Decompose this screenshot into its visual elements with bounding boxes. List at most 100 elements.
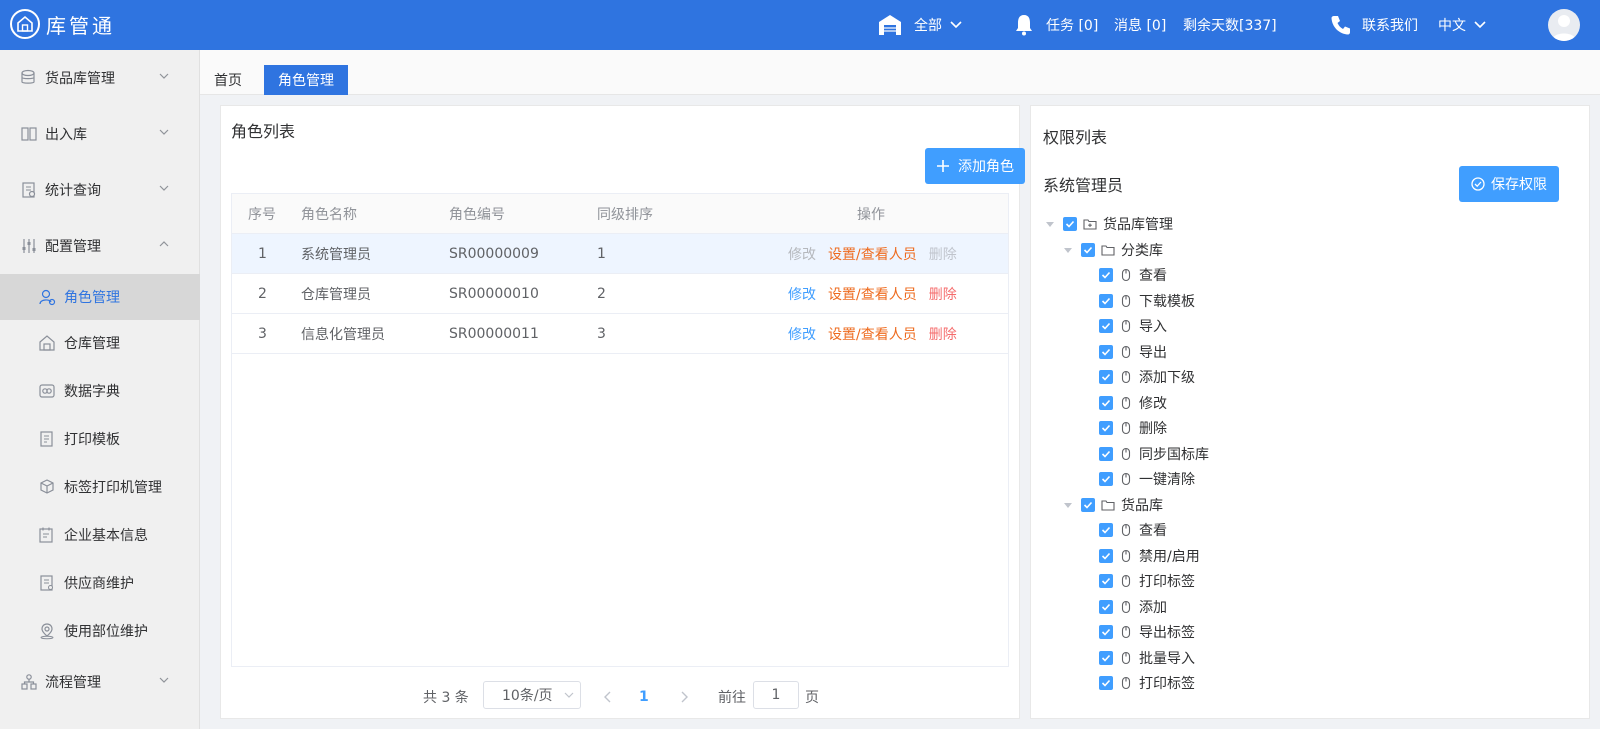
tree-node-permission[interactable]: 同步国标库 <box>1099 442 1209 466</box>
caret-down-icon[interactable] <box>1045 219 1055 229</box>
checkbox-checked[interactable] <box>1081 498 1095 512</box>
checkbox-checked[interactable] <box>1099 396 1113 410</box>
contact-link[interactable]: 联系我们 <box>1330 0 1418 50</box>
edit-link[interactable]: 修改 <box>788 284 816 304</box>
tree-node-permission[interactable]: 一键清除 <box>1099 467 1195 491</box>
tree-node-permission[interactable]: 导入 <box>1099 314 1167 338</box>
checkbox-checked[interactable] <box>1099 574 1113 588</box>
sidebar-item-company-info[interactable]: 企业基本信息 <box>0 512 200 558</box>
language-selector[interactable]: 中文 <box>1438 0 1486 50</box>
tree-node-permission[interactable]: 添加 <box>1099 595 1167 619</box>
checkbox-checked[interactable] <box>1099 523 1113 537</box>
table-row[interactable]: 2 仓库管理员 SR00000010 2 修改 设置/查看人员 删除 <box>232 274 1008 314</box>
checkbox-checked[interactable] <box>1099 549 1113 563</box>
sliders-icon <box>22 239 36 253</box>
sidebar-item-label: 打印模板 <box>64 432 120 448</box>
tree-node-root[interactable]: 货品库管理 <box>1045 212 1173 236</box>
checkbox-checked[interactable] <box>1081 243 1095 257</box>
save-permissions-button[interactable]: 保存权限 <box>1459 166 1559 202</box>
tree-node-permission[interactable]: 修改 <box>1099 391 1167 415</box>
tree-node-permission[interactable]: 打印标签 <box>1099 671 1195 695</box>
app-logo[interactable]: 库管通 <box>10 9 115 39</box>
user-avatar[interactable] <box>1548 9 1580 41</box>
sidebar-group-label: 流程管理 <box>45 675 101 691</box>
checkbox-checked[interactable] <box>1099 345 1113 359</box>
chevron-down-icon <box>159 677 169 683</box>
delete-link[interactable]: 删除 <box>929 324 957 344</box>
set-users-link[interactable]: 设置/查看人员 <box>828 244 917 264</box>
set-users-link[interactable]: 设置/查看人员 <box>828 324 917 344</box>
tree-node-permission[interactable]: 导出 <box>1099 340 1167 364</box>
checkbox-checked[interactable] <box>1099 370 1113 384</box>
table-row[interactable]: 3 信息化管理员 SR00000011 3 修改 设置/查看人员 删除 <box>232 314 1008 354</box>
set-users-link[interactable]: 设置/查看人员 <box>828 284 917 304</box>
next-page-button[interactable] <box>679 681 689 713</box>
phone-icon <box>1331 16 1350 35</box>
language-label: 中文 <box>1438 18 1466 34</box>
tab-home[interactable]: 首页 <box>200 65 256 95</box>
table-row[interactable]: 1 系统管理员 SR00000009 1 修改 设置/查看人员 删除 <box>232 234 1008 274</box>
checkbox-checked[interactable] <box>1099 294 1113 308</box>
tree-node-group[interactable]: 货品库 <box>1063 493 1163 517</box>
sidebar-item-usage-location[interactable]: 使用部位维护 <box>0 608 200 654</box>
checkbox-checked[interactable] <box>1099 421 1113 435</box>
goto-page-input[interactable]: 1 <box>753 681 799 709</box>
sidebar-group-goods-library[interactable]: 货品库管理 <box>0 50 200 106</box>
checkbox-checked[interactable] <box>1099 447 1113 461</box>
edit-link[interactable]: 修改 <box>788 324 816 344</box>
sidebar-group-process[interactable]: 流程管理 <box>0 654 200 710</box>
tree-node-permission[interactable]: 下载模板 <box>1099 289 1195 313</box>
warehouse-selector[interactable]: 全部 <box>878 0 962 50</box>
mouse-icon <box>1121 268 1131 282</box>
row-index: 3 <box>258 325 267 342</box>
checkbox-checked[interactable] <box>1099 625 1113 639</box>
chevron-down-icon <box>564 692 574 698</box>
tree-node-permission[interactable]: 批量导入 <box>1099 646 1195 670</box>
tree-node-permission[interactable]: 删除 <box>1099 416 1167 440</box>
checkbox-checked[interactable] <box>1099 268 1113 282</box>
checkbox-checked[interactable] <box>1099 676 1113 690</box>
mouse-icon <box>1121 421 1131 435</box>
checkbox-checked[interactable] <box>1099 651 1113 665</box>
tasks-link[interactable]: 任务 [0] <box>1014 0 1098 50</box>
sidebar-item-label-printer[interactable]: 标签打印机管理 <box>0 464 200 510</box>
tree-node-permission[interactable]: 禁用/启用 <box>1099 544 1200 568</box>
document-icon <box>40 575 53 591</box>
page-size-select[interactable]: 10条/页 <box>483 681 581 709</box>
sidebar-item-data-dictionary[interactable]: 数据字典 <box>0 368 200 414</box>
sidebar-item-print-template[interactable]: 打印模板 <box>0 416 200 462</box>
tree-node-permission[interactable]: 导出标签 <box>1099 620 1195 644</box>
checkbox-checked[interactable] <box>1099 472 1113 486</box>
delete-link[interactable]: 删除 <box>929 284 957 304</box>
tree-node-permission[interactable]: 查看 <box>1099 518 1167 542</box>
sidebar-group-statistics[interactable]: 统计查询 <box>0 162 200 218</box>
messages-link[interactable]: 消息 [0] <box>1114 0 1166 50</box>
tab-role-management[interactable]: 角色管理 <box>264 65 348 95</box>
caret-down-icon[interactable] <box>1063 500 1073 510</box>
tree-node-label: 删除 <box>1139 421 1167 437</box>
prev-page-button[interactable] <box>603 681 613 713</box>
checkbox-checked[interactable] <box>1099 600 1113 614</box>
mouse-icon <box>1121 345 1131 359</box>
sidebar-group-config[interactable]: 配置管理 <box>0 218 200 274</box>
checkbox-checked[interactable] <box>1099 319 1113 333</box>
checkbox-checked[interactable] <box>1063 217 1077 231</box>
roles-panel-title: 角色列表 <box>231 122 296 141</box>
tree-node-permission[interactable]: 添加下级 <box>1099 365 1195 389</box>
total-count: 共 3 条 <box>423 690 469 706</box>
bell-icon <box>1016 15 1032 36</box>
sidebar-item-role-management[interactable]: 角色管理 <box>0 274 200 320</box>
chevron-right-icon <box>681 691 688 703</box>
tree-node-permission[interactable]: 打印标签 <box>1099 569 1195 593</box>
sidebar-group-inbound-outbound[interactable]: 出入库 <box>0 106 200 162</box>
tree-node-label: 打印标签 <box>1139 676 1195 692</box>
tree-node-label: 货品库管理 <box>1103 217 1173 233</box>
sidebar-item-label: 角色管理 <box>64 290 120 306</box>
sidebar-item-warehouse-management[interactable]: 仓库管理 <box>0 320 200 366</box>
tree-node-group[interactable]: 分类库 <box>1063 238 1163 262</box>
sidebar-item-supplier[interactable]: 供应商维护 <box>0 560 200 606</box>
tree-node-permission[interactable]: 查看 <box>1099 263 1167 287</box>
add-role-button[interactable]: 添加角色 <box>925 148 1025 184</box>
caret-down-icon[interactable] <box>1063 245 1073 255</box>
page-number-current[interactable]: 1 <box>639 681 649 713</box>
